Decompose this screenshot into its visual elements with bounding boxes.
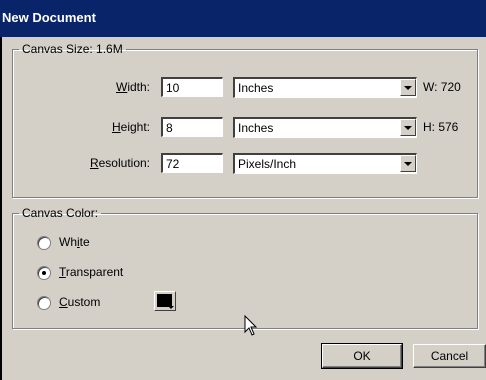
width-unit-value: Inches: [238, 81, 274, 95]
height-unit-select[interactable]: Inches: [233, 117, 417, 138]
width-input[interactable]: 10: [161, 77, 223, 97]
canvas-color-legend: Canvas Color:: [22, 206, 99, 220]
height-input[interactable]: 8: [161, 117, 223, 137]
resolution-unit-value: Pixels/Inch: [238, 157, 297, 171]
cancel-button[interactable]: Cancel: [413, 344, 486, 368]
title-bar: New Document: [0, 0, 486, 37]
canvas-size-legend: Canvas Size: 1.6M: [22, 42, 123, 56]
height-label: Height:: [111, 120, 150, 134]
white-radio[interactable]: [37, 236, 51, 250]
resolution-label: Resolution:: [89, 156, 150, 170]
height-pixels-readout: H: 576: [423, 120, 459, 134]
mouse-cursor-icon: [244, 315, 258, 336]
dropdown-arrow-icon[interactable]: [400, 119, 416, 136]
ok-button[interactable]: OK: [321, 343, 403, 369]
custom-radio-label[interactable]: Custom: [59, 295, 100, 309]
resolution-unit-select[interactable]: Pixels/Inch: [233, 153, 417, 174]
resolution-input[interactable]: 72: [161, 153, 223, 173]
width-unit-select[interactable]: Inches: [233, 77, 417, 98]
window-title: New Document: [2, 10, 96, 25]
transparent-radio[interactable]: [37, 266, 51, 280]
new-document-dialog: Canvas Size: 1.6M Width: 10 Inches W: 72…: [0, 37, 486, 380]
width-label: Width:: [115, 80, 150, 94]
dropdown-arrow-icon[interactable]: [400, 79, 416, 96]
custom-radio[interactable]: [37, 296, 51, 310]
dropdown-arrow-icon: [168, 306, 174, 309]
dropdown-arrow-icon[interactable]: [400, 155, 416, 172]
height-unit-value: Inches: [238, 121, 274, 135]
width-pixels-readout: W: 720: [423, 80, 461, 94]
white-radio-label[interactable]: White: [59, 235, 90, 249]
transparent-radio-label[interactable]: Transparent: [59, 265, 123, 279]
custom-color-swatch[interactable]: [154, 291, 176, 311]
